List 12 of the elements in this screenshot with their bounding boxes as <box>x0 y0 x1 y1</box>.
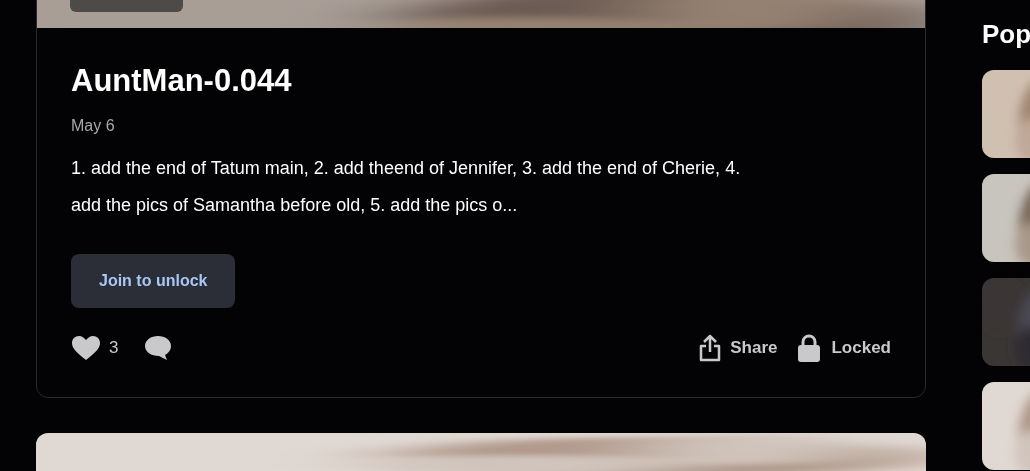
share-icon <box>698 333 723 362</box>
section-heading: Pop <box>982 18 1030 50</box>
post-teaser: 1. add the end of Tatum main, 2. add theend of Jennifer, 3. add the end of Cherie, 4. add the pics of Samantha before old, 5. add the pics o... <box>71 156 742 217</box>
post-date: May 6 <box>71 115 116 136</box>
like-count: 3 <box>109 336 119 359</box>
padlock-icon <box>797 333 822 362</box>
locked-label: Locked <box>831 336 891 359</box>
comment-icon[interactable] <box>144 334 173 361</box>
share-button[interactable]: Share <box>698 333 778 362</box>
post-title: AuntMan-0.044 <box>71 61 293 100</box>
heart-icon[interactable] <box>71 334 101 361</box>
join-button[interactable]: Join to unlock <box>71 253 236 308</box>
